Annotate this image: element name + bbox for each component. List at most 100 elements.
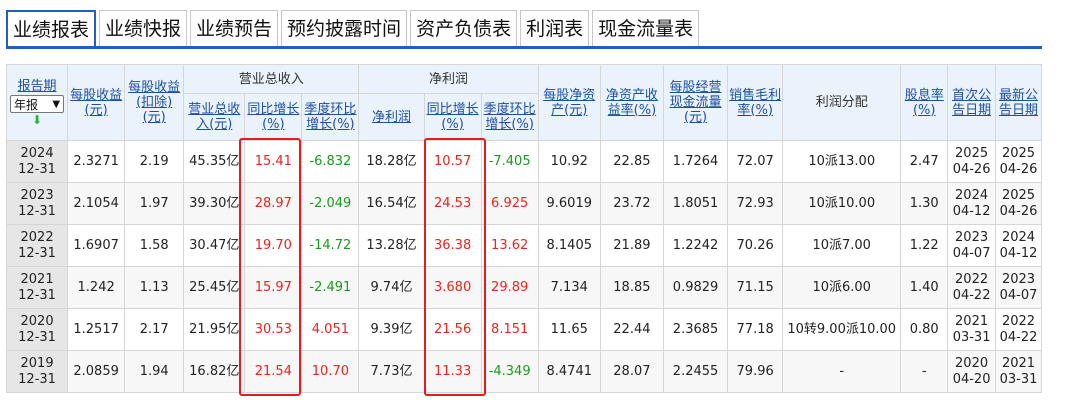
revenue-qoq-cell: -6.832 bbox=[301, 140, 360, 183]
report-tabs: 业绩报表 业绩快报 业绩预告 预约披露时间 资产负债表 利润表 现金流量表 bbox=[6, 10, 702, 47]
revenue-qoq-cell: -2.049 bbox=[301, 182, 360, 225]
net-profit-cell: 13.28亿 bbox=[358, 224, 425, 267]
gross-margin-cell: 72.07 bbox=[727, 140, 784, 183]
dividend-cell: 10转9.00派10.00 bbox=[782, 308, 902, 351]
revenue-yoy-cell: 30.53 bbox=[244, 308, 303, 351]
date-part: 12-31 bbox=[18, 287, 56, 303]
dividend-yield-cell: 1.30 bbox=[900, 182, 949, 225]
col-revenue-qoq[interactable]: 季度环比增长(%) bbox=[301, 93, 360, 141]
col-eps-deducted[interactable]: 每股收益(扣除)(元) bbox=[124, 64, 185, 141]
dividend-yield-cell: 1.40 bbox=[900, 266, 949, 309]
col-latest-date[interactable]: 最新公告日期 bbox=[995, 64, 1042, 141]
dividend-yield-label[interactable]: 股息率(%) bbox=[905, 88, 944, 118]
revenue-qoq-cell: 4.051 bbox=[301, 308, 360, 351]
profit-qoq-label[interactable]: 季度环比增长(%) bbox=[484, 102, 536, 132]
date-part: 2023 bbox=[1001, 271, 1036, 287]
col-dividend-yield[interactable]: 股息率(%) bbox=[900, 64, 949, 141]
col-revenue-yoy[interactable]: 同比增长(%) bbox=[244, 93, 303, 141]
date-part: 12-31 bbox=[18, 371, 56, 387]
ocfps-label[interactable]: 每股经营现金流量(元) bbox=[670, 80, 722, 125]
eps-cell: 1.2517 bbox=[67, 308, 126, 351]
col-roe[interactable]: 净资产收益率(%) bbox=[599, 64, 664, 141]
bvps-cell: 8.4741 bbox=[537, 350, 601, 393]
date-part: 2022 bbox=[955, 271, 989, 287]
latest-date-cell: 2021 03-31 bbox=[995, 350, 1042, 393]
sort-down-icon[interactable]: ⬇ bbox=[7, 113, 67, 127]
col-bvps[interactable]: 每股净资产(元) bbox=[537, 64, 601, 141]
revenue-yoy-cell: 21.54 bbox=[244, 350, 303, 393]
profit-group-header: 净利润 bbox=[358, 64, 539, 94]
eps-label[interactable]: 每股收益(元) bbox=[70, 88, 122, 118]
roe-label[interactable]: 净资产收益率(%) bbox=[606, 88, 658, 118]
tab-2[interactable]: 业绩预告 bbox=[190, 10, 279, 46]
report-period-label[interactable]: 报告期 bbox=[18, 79, 57, 94]
revenue-label[interactable]: 营业总收入(元) bbox=[188, 102, 240, 132]
latest-date-cell: 2023 04-07 bbox=[995, 266, 1042, 309]
tab-4[interactable]: 资产负债表 bbox=[410, 10, 518, 46]
bvps-cell: 9.6019 bbox=[537, 182, 601, 225]
period-cell: 2022 12-31 bbox=[5, 224, 69, 267]
ocfps-cell: 2.3685 bbox=[662, 308, 729, 351]
net-profit-cell: 18.28亿 bbox=[358, 140, 425, 183]
tab-5[interactable]: 利润表 bbox=[520, 10, 590, 46]
gross-margin-label[interactable]: 销售毛利率(%) bbox=[729, 88, 781, 118]
revenue-yoy-label[interactable]: 同比增长(%) bbox=[247, 102, 299, 132]
period-type-select[interactable]: 年报 ▼ bbox=[10, 94, 65, 113]
tab-6[interactable]: 现金流量表 bbox=[592, 10, 700, 46]
table-row: 2024 12-31 2.3271 2.19 45.35亿 15.41 -6.832 18.2… bbox=[5, 140, 1042, 183]
net-profit-label[interactable]: 净利润 bbox=[372, 110, 411, 125]
date-part: 12-31 bbox=[18, 329, 56, 345]
net-profit-cell: 16.54亿 bbox=[358, 182, 425, 225]
profit-yoy-cell: 10.57 bbox=[423, 140, 482, 183]
revenue-yoy-cell: 19.70 bbox=[244, 224, 303, 267]
revenue-cell: 30.47亿 bbox=[183, 224, 246, 267]
col-ocfps[interactable]: 每股经营现金流量(元) bbox=[662, 64, 729, 141]
col-net-profit[interactable]: 净利润 bbox=[358, 93, 425, 141]
date-part: 03-31 bbox=[952, 329, 991, 345]
dividend-cell: 10派13.00 bbox=[782, 140, 902, 183]
bvps-label[interactable]: 每股净资产(元) bbox=[543, 88, 595, 118]
ocfps-cell: 1.7264 bbox=[662, 140, 729, 183]
gross-margin-cell: 77.18 bbox=[727, 308, 784, 351]
eps-deducted-cell: 1.97 bbox=[124, 182, 185, 225]
col-gross-margin[interactable]: 销售毛利率(%) bbox=[727, 64, 784, 141]
col-revenue[interactable]: 营业总收入(元) bbox=[183, 93, 246, 141]
date-part: 04-07 bbox=[999, 287, 1038, 303]
revenue-cell: 45.35亿 bbox=[183, 140, 246, 183]
ocfps-cell: 2.2455 bbox=[662, 350, 729, 393]
latest-date-label[interactable]: 最新公告日期 bbox=[999, 88, 1038, 118]
tab-1[interactable]: 业绩快报 bbox=[99, 10, 188, 46]
eps-deducted-label[interactable]: 每股收益(扣除)(元) bbox=[128, 80, 180, 125]
date-part: 04-26 bbox=[999, 203, 1038, 219]
profit-qoq-cell: 13.62 bbox=[480, 224, 539, 267]
table-row: 2022 12-31 1.6907 1.58 30.47亿 19.70 -14.72 13.2… bbox=[5, 224, 1042, 267]
revenue-qoq-cell: -14.72 bbox=[301, 224, 360, 267]
tab-3[interactable]: 预约披露时间 bbox=[281, 10, 408, 46]
first-date-label[interactable]: 首次公告日期 bbox=[952, 88, 991, 118]
profit-yoy-cell: 3.680 bbox=[423, 266, 482, 309]
roe-cell: 22.85 bbox=[599, 140, 664, 183]
profit-yoy-label[interactable]: 同比增长(%) bbox=[427, 102, 479, 132]
date-part: 2020 bbox=[955, 355, 989, 371]
col-eps[interactable]: 每股收益(元) bbox=[67, 64, 126, 141]
bvps-cell: 7.134 bbox=[537, 266, 601, 309]
date-part: 04-20 bbox=[952, 371, 991, 387]
bvps-cell: 10.92 bbox=[537, 140, 601, 183]
eps-deducted-cell: 1.13 bbox=[124, 266, 185, 309]
revenue-qoq-label[interactable]: 季度环比增长(%) bbox=[304, 102, 356, 132]
col-first-date[interactable]: 首次公告日期 bbox=[947, 64, 997, 141]
date-part: 2023 bbox=[955, 229, 989, 245]
table-row: 2019 12-31 2.0859 1.94 16.82亿 21.54 10.70 7.73亿… bbox=[5, 350, 1042, 393]
date-part: 2021 bbox=[955, 313, 989, 329]
eps-cell: 1.242 bbox=[67, 266, 126, 309]
col-profit-yoy[interactable]: 同比增长(%) bbox=[423, 93, 482, 141]
col-profit-qoq[interactable]: 季度环比增长(%) bbox=[480, 93, 539, 141]
dividend-cell: 10派6.00 bbox=[782, 266, 902, 309]
date-part: 2025 bbox=[955, 145, 989, 161]
date-part: 2020 bbox=[20, 313, 54, 329]
net-profit-cell: 9.39亿 bbox=[358, 308, 425, 351]
profit-yoy-cell: 21.56 bbox=[423, 308, 482, 351]
tab-0[interactable]: 业绩报表 bbox=[6, 10, 97, 47]
revenue-cell: 21.95亿 bbox=[183, 308, 246, 351]
col-report-period[interactable]: 报告期 年报 ▼ ⬇ bbox=[5, 64, 69, 141]
